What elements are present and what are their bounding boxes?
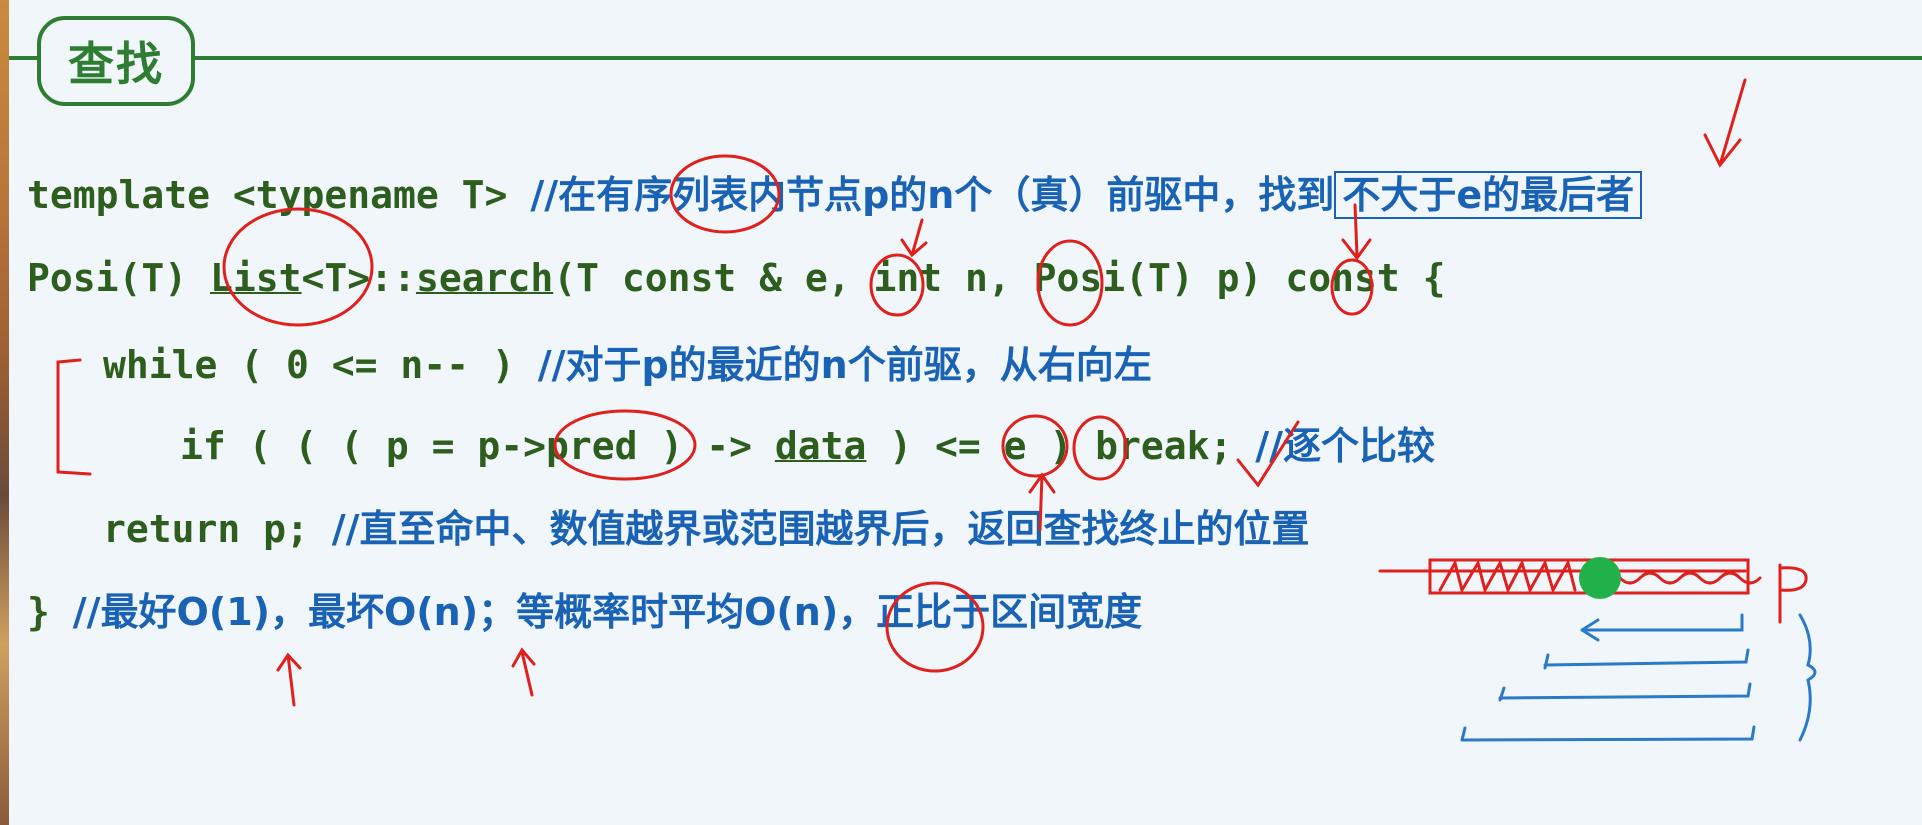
arrow-e bbox=[900, 218, 928, 258]
circle-list bbox=[222, 207, 374, 327]
arrow-le bbox=[1028, 472, 1056, 532]
current-node-dot bbox=[1579, 557, 1621, 599]
ink-annotations bbox=[56, 78, 1817, 742]
checkmark bbox=[1236, 420, 1300, 488]
arrow-boxed bbox=[1703, 78, 1747, 168]
arrow-o1 bbox=[276, 652, 302, 707]
circle-le bbox=[1001, 414, 1069, 478]
circle-p bbox=[1330, 258, 1374, 316]
arrow-p bbox=[1341, 203, 1372, 261]
circle-e2 bbox=[1072, 415, 1128, 481]
arrow-on bbox=[511, 647, 536, 697]
circle-avg bbox=[885, 581, 985, 673]
circle-e bbox=[869, 253, 925, 317]
brace-right bbox=[1798, 613, 1817, 742]
scan-range-2 bbox=[1543, 648, 1750, 670]
scan-range-3 bbox=[1498, 682, 1752, 702]
scan-range-1 bbox=[1580, 613, 1744, 642]
p-marker-glyph bbox=[1778, 563, 1808, 624]
range-hatch bbox=[1438, 558, 1577, 595]
circle-ordered bbox=[669, 154, 781, 234]
bracket-left bbox=[56, 358, 92, 476]
circle-n bbox=[1036, 239, 1104, 327]
slide: 查找 template <typename T> //在有序列表内节点p的n个（… bbox=[0, 0, 1922, 825]
circle-pred bbox=[553, 409, 697, 481]
range-wave bbox=[1598, 571, 1762, 585]
scan-range-4 bbox=[1460, 725, 1756, 742]
